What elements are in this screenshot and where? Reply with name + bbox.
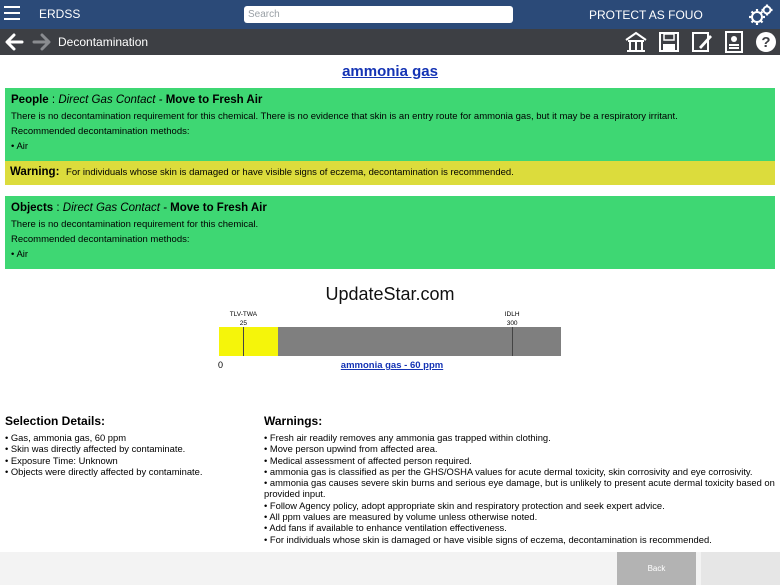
edit-icon[interactable]: [690, 31, 714, 53]
home-icon[interactable]: [624, 31, 648, 53]
svg-text:?: ?: [761, 34, 770, 51]
idlh-tick: [512, 327, 514, 356]
tlv-twa-tick: [243, 327, 245, 356]
objects-line: There is no decontamination requirement …: [11, 219, 259, 230]
back-arrow-icon[interactable]: [4, 33, 24, 51]
warnings-list: • Fresh air readily removes any ammonia …: [264, 432, 776, 545]
people-line: Recommended decontamination methods:: [11, 126, 190, 137]
list-item: • Exposure Time: Unknown: [5, 454, 118, 466]
report-icon[interactable]: [722, 31, 746, 53]
forward-arrow-icon[interactable]: [32, 33, 52, 51]
exposure-gauge: [219, 327, 561, 356]
list-item: • ammonia gas is classified as per the G…: [264, 465, 753, 477]
people-category: People: [11, 94, 49, 106]
exposure-level-fill: [219, 327, 278, 356]
list-item: • Follow Agency policy, adopt appropriat…: [264, 499, 665, 511]
idlh-marker-label: IDLH 300: [492, 310, 532, 328]
list-item: • For individuals whose skin is damaged …: [264, 533, 712, 545]
objects-panel: Objects : Direct Gas Contact - Move to F…: [5, 196, 775, 269]
people-action: Move to Fresh Air: [165, 94, 263, 106]
people-route: Direct Gas Contact -: [58, 94, 163, 106]
next-button[interactable]: [701, 552, 780, 585]
objects-route: Direct Gas Contact -: [62, 202, 167, 214]
save-icon[interactable]: [657, 31, 681, 53]
app-title: ERDSS: [39, 7, 81, 21]
list-item: • Skin was directly affected by contamin…: [5, 443, 186, 455]
navigation-bar: Decontamination ?: [0, 29, 780, 55]
list-item: • Fresh air readily removes any ammonia …: [264, 432, 551, 443]
list-item: • Move person upwind from affected area.: [264, 443, 438, 455]
page-title: Decontamination: [58, 35, 149, 49]
chemical-link[interactable]: ammonia gas: [0, 63, 780, 80]
gauge-zero-label: 0: [218, 360, 224, 370]
objects-line: Recommended decontamination methods:: [11, 234, 190, 245]
objects-category: Objects: [11, 202, 54, 214]
objects-line: • Air: [11, 249, 29, 260]
objects-action: Move to Fresh Air: [170, 202, 267, 214]
search-input[interactable]: [244, 6, 513, 23]
objects-header: Objects : Direct Gas Contact - Move to F…: [11, 202, 267, 214]
people-line: • Air: [11, 141, 29, 152]
people-line: There is no decontamination requirement …: [11, 111, 678, 122]
settings-gears-icon[interactable]: [746, 3, 774, 27]
warning-text: For individuals whose skin is damaged or…: [66, 167, 514, 178]
warning-panel: Warning: For individuals whose skin is d…: [5, 161, 775, 185]
idlh-label: IDLH: [504, 311, 520, 318]
classification-label: PROTECT AS FOUO: [589, 8, 703, 22]
selection-details-list: • Gas, ammonia gas, 60 ppm • Skin was di…: [5, 432, 255, 477]
selection-details-title: Selection Details:: [5, 414, 106, 428]
list-item: • Medical assessment of affected person …: [264, 454, 472, 466]
people-header: People : Direct Gas Contact - Move to Fr…: [11, 94, 263, 106]
top-bar: ERDSS PROTECT AS FOUO: [0, 0, 780, 29]
list-item: • Add fans if available to enhance venti…: [264, 522, 507, 534]
tlv-twa-label: TLV-TWA: [229, 311, 258, 318]
list-item: • All ppm values are measured by volume …: [264, 511, 538, 523]
tlv-twa-marker-label: TLV-TWA 25: [223, 310, 263, 328]
menu-icon[interactable]: [4, 6, 20, 22]
exposure-caption-link[interactable]: ammonia gas - 60 ppm: [262, 360, 522, 371]
list-item: • Gas, ammonia gas, 60 ppm: [5, 432, 127, 443]
help-icon[interactable]: ?: [754, 31, 778, 53]
warning-label: Warning:: [10, 166, 60, 178]
back-button[interactable]: Back: [617, 552, 696, 585]
people-panel: People : Direct Gas Contact - Move to Fr…: [5, 88, 775, 161]
watermark-text: UpdateStar.com: [325, 284, 455, 304]
list-item: • Objects were directly affected by cont…: [5, 465, 203, 477]
warnings-title: Warnings:: [264, 414, 323, 428]
list-item: • ammonia gas causes severe skin burns a…: [264, 477, 775, 500]
